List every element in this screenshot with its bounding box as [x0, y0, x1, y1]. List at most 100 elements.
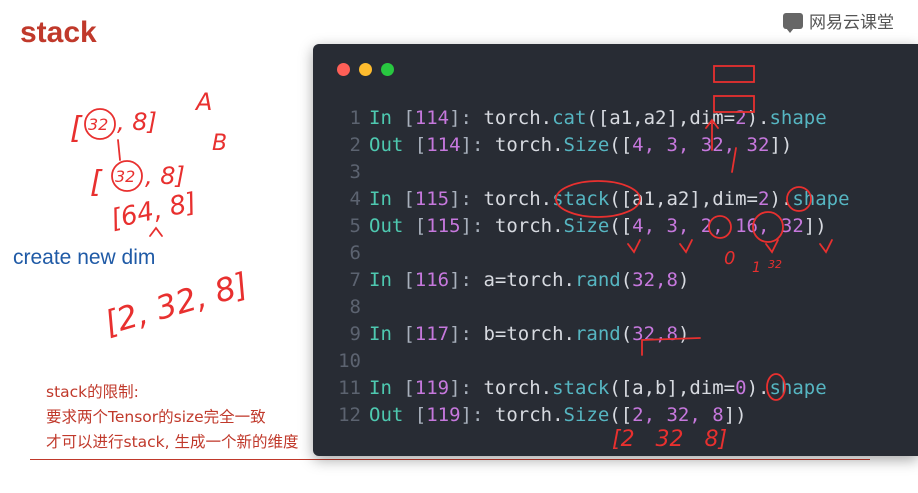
b-shape-n: 32 [115, 167, 135, 186]
a-shape-label: A [194, 88, 212, 116]
line-number: 4 [349, 188, 361, 210]
code-identifier: torch. [494, 215, 564, 237]
code-args: ( [620, 323, 633, 345]
prompt-number: 119 [414, 377, 450, 399]
code-identifier: torch. [483, 188, 553, 210]
line-number: 9 [349, 323, 361, 345]
prompt-bracket-close: ]: [449, 188, 484, 210]
terminal-window: 1 In [114]: torch. cat ([a1,a2],dim= 2). shap… [313, 44, 918, 456]
line-number: 5 [349, 215, 361, 237]
prompt-number: 115 [426, 215, 461, 237]
code-close: ). [746, 107, 770, 129]
prompt-bracket-open: [ [403, 134, 427, 156]
prompt-number: 116 [414, 269, 450, 291]
prompt-number: 119 [426, 404, 461, 426]
prompt-bracket-open: [ [391, 377, 415, 399]
a-shape-rest: , 8] [117, 108, 157, 136]
code-identifier: b=torch. [483, 323, 575, 345]
prompt-label: Out [369, 215, 404, 237]
prompt-label: In [369, 107, 392, 129]
link-line [117, 139, 121, 161]
code-args: ([a1,a2],dim= [586, 107, 736, 129]
prompt-label: In [369, 269, 392, 291]
cat-result: [64, 8] [108, 188, 199, 235]
code-args: ( [620, 269, 633, 291]
code-number: 32,8 [632, 323, 678, 345]
prompt-label: In [369, 377, 392, 399]
prompt-bracket-close: ]: [460, 404, 495, 426]
code-number: 2 [735, 107, 747, 129]
prompt-bracket-open: [ [391, 107, 415, 129]
code-attribute: shape [769, 377, 827, 399]
code-line: 6 [333, 240, 850, 267]
code-close: ]) [723, 404, 747, 426]
line-number: 8 [349, 296, 361, 318]
code-close: ) [677, 323, 690, 345]
code-line: 12 Out [119]: torch. Size([2, 32, 8]) [333, 402, 850, 429]
code-function: stack [552, 188, 610, 210]
code-line: 9 In [117]: b=torch. rand(32,8) [333, 321, 850, 348]
code-number: 4, 3, 2, 16, 32 [632, 215, 804, 237]
prompt-label: Out [369, 404, 404, 426]
b-shape-open: [ [90, 165, 103, 200]
code-attribute: shape [792, 188, 850, 210]
line-number: 6 [349, 242, 361, 264]
a-shape-n: 32 [88, 115, 108, 134]
code-number: 4, 3, 32, 32 [632, 134, 770, 156]
code-args: ([a,b],dim= [609, 377, 736, 399]
prompt-label: In [369, 323, 392, 345]
code-function: Size [563, 134, 610, 156]
code-function: rand [574, 269, 621, 291]
b-shape-rest: , 8] [145, 162, 185, 190]
code-number: 2, 32, 8 [632, 404, 724, 426]
a-shape-open: [ [70, 111, 83, 146]
code-close: ) [677, 269, 690, 291]
code-line: 2 Out [114]: torch. Size([4, 3, 32, 32]) [333, 132, 850, 159]
b-shape-label: B [212, 131, 227, 156]
prompt-bracket-open: [ [391, 323, 415, 345]
minimize-dot-icon[interactable] [359, 63, 372, 76]
line-number: 12 [338, 404, 361, 426]
code-line: 4 In [115]: torch. stack ([a1,a2],dim= 2). sh… [333, 186, 850, 213]
code-line: 10 [333, 348, 850, 375]
prompt-label: Out [369, 134, 404, 156]
code-number: 2 [758, 188, 770, 210]
code-identifier: torch. [483, 107, 553, 129]
code-function: rand [574, 323, 621, 345]
code-identifier: torch. [483, 377, 553, 399]
code-function: stack [552, 377, 610, 399]
create-new-dim-label: create new dim [13, 246, 156, 269]
close-dot-icon[interactable] [337, 63, 350, 76]
circle-32-a [84, 108, 116, 140]
prompt-bracket-close: ]: [460, 134, 495, 156]
caret-mark [149, 226, 163, 237]
prompt-bracket-open: [ [403, 404, 427, 426]
code-close: ). [746, 377, 770, 399]
code-number: 32,8 [632, 269, 678, 291]
line-number: 3 [349, 161, 361, 183]
prompt-number: 114 [426, 134, 461, 156]
note-line-3: 才可以进行stack, 生成一个新的维度 [46, 433, 299, 451]
prompt-number: 114 [414, 107, 450, 129]
code-function: cat [552, 107, 587, 129]
code-line: 5 Out [115]: torch. Size([4, 3, 2, 16, 32]… [333, 213, 850, 240]
code-args: ([ [609, 404, 633, 426]
line-number: 7 [349, 269, 361, 291]
slide-title: stack [20, 16, 97, 49]
line-number: 10 [338, 350, 361, 372]
prompt-bracket-close: ]: [449, 107, 484, 129]
prompt-bracket-open: [ [391, 188, 415, 210]
code-line: 3 [333, 159, 850, 186]
code-identifier: torch. [494, 134, 564, 156]
window-controls [337, 63, 394, 76]
chat-bubble-icon [783, 12, 803, 33]
line-number: 11 [338, 377, 361, 399]
prompt-bracket-close: ]: [449, 377, 484, 399]
baseline-divider [30, 459, 870, 460]
watermark: 网易云课堂 [783, 8, 894, 33]
code-line: 11 In [119]: torch. stack ([a,b],dim= 0). sha… [333, 375, 850, 402]
code-identifier: a=torch. [483, 269, 575, 291]
code-args: ([ [609, 134, 633, 156]
maximize-dot-icon[interactable] [381, 63, 394, 76]
code-block: 1 In [114]: torch. cat ([a1,a2],dim= 2). shap… [333, 105, 850, 429]
